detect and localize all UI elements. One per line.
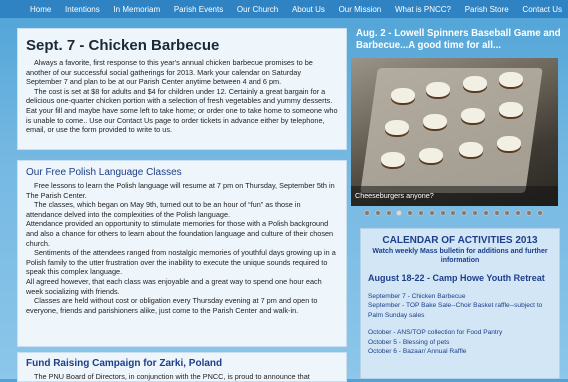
slider-title[interactable]: Aug. 2 - Lowell Spinners Baseball Game a…: [356, 28, 562, 52]
article-paragraph: Attendance provided an opportunity to st…: [26, 219, 334, 248]
article-paragraph: The cost is set at $8 for adults and $4 …: [26, 86, 338, 135]
article-paragraph: Classes are held without cost or obligat…: [26, 296, 318, 315]
slider-dot[interactable]: [515, 210, 522, 216]
cheeseburger-image: [423, 114, 447, 129]
nav-about-us[interactable]: About Us: [292, 5, 325, 14]
cheeseburger-image: [381, 152, 405, 167]
article-paragraph: The PNU Board of Directors, in conjuncti…: [34, 372, 310, 381]
calendar-title: CALENDAR OF ACTIVITIES 2013: [382, 235, 538, 246]
nav-parish-store[interactable]: Parish Store: [465, 5, 509, 14]
nav-what-is-pncc[interactable]: What is PNCC?: [395, 5, 451, 14]
slider-dot[interactable]: [536, 210, 543, 216]
slider-dot[interactable]: [461, 210, 468, 216]
article-fund-raising: Fund Raising Campaign for Zarki, Poland …: [17, 352, 347, 382]
calendar-item: October 6 - Bazaar/ Annual Raffle: [368, 348, 467, 356]
slider-dot[interactable]: [364, 210, 370, 216]
calendar-featured-event[interactable]: August 18-22 - Camp Howe Youth Retreat: [368, 273, 552, 284]
cheeseburger-image: [426, 82, 450, 97]
slider-dot[interactable]: [450, 210, 457, 216]
article-title[interactable]: Fund Raising Campaign for Zarki, Poland: [26, 358, 338, 369]
cheeseburger-image: [461, 108, 485, 123]
nav-parish-events[interactable]: Parish Events: [174, 5, 223, 14]
slider-dot[interactable]: [396, 210, 403, 216]
cheeseburger-image: [463, 76, 487, 91]
nav-our-mission[interactable]: Our Mission: [339, 5, 382, 14]
article-paragraph: Free lessons to learn the Polish languag…: [26, 181, 335, 200]
article-polish-classes: Our Free Polish Language Classes Free le…: [17, 160, 347, 347]
calendar-item: October - ANS/TOP collection for Food Pa…: [368, 329, 503, 337]
cheeseburger-image: [499, 102, 523, 117]
slider-dot[interactable]: [439, 210, 446, 216]
article-title: Sept. 7 - Chicken Barbecue: [26, 37, 220, 54]
slider-dot[interactable]: [407, 210, 414, 216]
slider-dot[interactable]: [374, 210, 381, 216]
slider-dot[interactable]: [493, 210, 500, 216]
slider-dot[interactable]: [428, 210, 435, 216]
cheeseburger-image: [459, 142, 483, 157]
article-paragraph: The classes, which began on May 9th, tur…: [26, 200, 301, 219]
slider-dot[interactable]: [504, 210, 511, 216]
slider-photo[interactable]: Cheeseburgers anyone?: [351, 58, 558, 206]
slider-dot[interactable]: [385, 210, 392, 216]
nav-contact-us[interactable]: Contact Us: [522, 5, 562, 14]
nav-in-memoriam[interactable]: In Memoriam: [113, 5, 160, 14]
cheeseburger-image: [385, 120, 409, 135]
nav-our-church[interactable]: Our Church: [237, 5, 278, 14]
calendar-item: September - TOP Bake Sale--Choir Basket …: [368, 302, 543, 319]
slider-dot[interactable]: [417, 210, 424, 216]
calendar-panel: CALENDAR OF ACTIVITIES 2013 Watch weekly…: [360, 228, 560, 379]
calendar-item: September 7 - Chicken Barbecue: [368, 293, 466, 300]
cheeseburger-image: [499, 72, 523, 87]
top-navigation: Home Intentions In Memoriam Parish Event…: [0, 0, 568, 18]
article-title[interactable]: Our Free Polish Language Classes: [26, 167, 338, 178]
cheeseburger-image: [497, 136, 521, 151]
cheeseburger-image: [391, 88, 415, 103]
calendar-subtitle: Watch weekly Mass bulletin for additions…: [372, 248, 548, 264]
slider-dot[interactable]: [471, 210, 478, 216]
slider-caption: Cheeseburgers anyone?: [351, 186, 558, 206]
calendar-item: October 5 - Blessing of pets: [368, 338, 450, 346]
slider-dot[interactable]: [482, 210, 489, 216]
nav-home[interactable]: Home: [30, 5, 51, 14]
slider-pagination: [364, 210, 543, 216]
calendar-list-september: September 7 - Chicken Barbecue September…: [368, 292, 552, 356]
article-chicken-barbecue: Sept. 7 - Chicken Barbecue Always a favo…: [17, 28, 347, 150]
slider-dot[interactable]: [525, 210, 532, 216]
article-paragraph: All agreed however, that each class was …: [26, 276, 322, 296]
cheeseburger-image: [419, 148, 443, 163]
article-paragraph: Always a favorite, first response to thi…: [26, 58, 313, 87]
article-paragraph: Sentiments of the attendees ranged from …: [26, 248, 336, 277]
nav-intentions[interactable]: Intentions: [65, 5, 100, 14]
